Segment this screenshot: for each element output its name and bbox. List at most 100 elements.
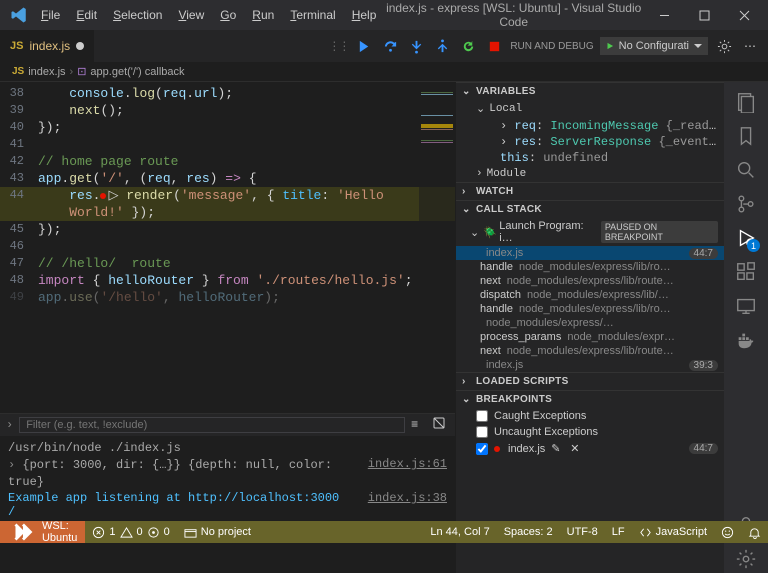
extensions-button[interactable]: [732, 258, 760, 286]
menu-terminal[interactable]: Terminal: [283, 4, 342, 26]
stack-frame[interactable]: index.js44:7: [456, 246, 724, 260]
stack-frame[interactable]: process_paramsnode_modules/expr…: [456, 330, 724, 344]
step-over-button[interactable]: [380, 36, 400, 56]
run-debug-button[interactable]: 1: [732, 224, 760, 252]
notifications-button[interactable]: [741, 521, 768, 543]
code-line[interactable]: 42// home page route: [0, 153, 455, 170]
config-name: No Configurati: [619, 40, 689, 52]
code-line[interactable]: 39 next();: [0, 102, 455, 119]
loadedscripts-section-header[interactable]: ›LOADED SCRIPTS: [456, 373, 724, 390]
edit-icon[interactable]: ✎: [551, 442, 564, 455]
variable-row[interactable]: › req: IncomingMessage {_readableStat…: [456, 118, 724, 134]
stack-frame[interactable]: nextnode_modules/express/lib/route…: [456, 274, 724, 288]
remote-explorer-button[interactable]: [732, 292, 760, 320]
close-button[interactable]: [724, 0, 764, 30]
menu-file[interactable]: File: [34, 4, 67, 26]
menu-view[interactable]: View: [171, 4, 211, 26]
modified-dot-icon: [76, 42, 84, 50]
explorer-button[interactable]: [732, 88, 760, 116]
stack-frame[interactable]: index.js39:3: [456, 358, 724, 372]
stack-frame[interactable]: nextnode_modules/express/lib/route…: [456, 344, 724, 358]
problems-indicator[interactable]: 1 0 0: [85, 521, 176, 543]
console-row[interactable]: › {port: 3000, dir: {…}} {depth: null, c…: [8, 457, 447, 491]
continue-button[interactable]: [354, 36, 374, 56]
console-row[interactable]: /usr/bin/node ./index.js: [8, 440, 447, 457]
stop-button[interactable]: [484, 36, 504, 56]
encoding-indicator[interactable]: UTF-8: [560, 521, 605, 543]
stack-frame[interactable]: node_modules/express/…: [456, 316, 724, 330]
remote-indicator[interactable]: WSL: Ubuntu: [0, 521, 85, 543]
code-line[interactable]: 48import { helloRouter } from './routes/…: [0, 272, 455, 289]
minimize-button[interactable]: [644, 0, 684, 30]
breakpoint-checkbox[interactable]: [476, 426, 488, 438]
debug-session[interactable]: ⌄ 🪲 Launch Program: i… PAUSED ON BREAKPO…: [456, 218, 724, 246]
project-indicator[interactable]: No project: [177, 521, 258, 543]
stack-frame[interactable]: handlenode_modules/express/lib/ro…: [456, 260, 724, 274]
cursor-position[interactable]: Ln 44, Col 7: [423, 521, 496, 543]
breakpoint-checkbox[interactable]: [476, 443, 488, 455]
code-line[interactable]: 38 console.log(req.url);: [0, 85, 455, 102]
search-button[interactable]: [732, 156, 760, 184]
docker-button[interactable]: [732, 326, 760, 354]
minimap[interactable]: [419, 82, 455, 413]
drag-handle-icon[interactable]: ⋮⋮: [328, 39, 348, 53]
debug-config-select[interactable]: No Configurati: [600, 37, 708, 55]
menu-edit[interactable]: Edit: [69, 4, 104, 26]
breakpoint-checkbox[interactable]: [476, 410, 488, 422]
vscode-logo-icon: [10, 6, 28, 24]
breakpoint-row[interactable]: Caught Exceptions: [456, 408, 724, 424]
variable-row[interactable]: this: undefined: [456, 150, 724, 166]
chevron-right-icon: ›: [462, 376, 472, 387]
editor-tab-indexjs[interactable]: JS index.js: [0, 30, 95, 62]
bookmarks-button[interactable]: [732, 122, 760, 150]
code-line[interactable]: 43app.get('/', (req, res) => {: [0, 170, 455, 187]
code-line[interactable]: 44 res.▷ render('message', { title: 'Hel…: [0, 187, 455, 204]
console-row[interactable]: /: [8, 505, 447, 519]
debug-toolbar: ⋮⋮ RUN AND DEBUG No Configurati ⋯: [328, 30, 768, 62]
breakpoint-row[interactable]: index.js✎✕44:7: [456, 440, 724, 457]
code-line[interactable]: 49app.use('/hello', helloRouter);: [0, 289, 455, 306]
code-line[interactable]: 40});: [0, 119, 455, 136]
callstack-section-header[interactable]: ⌄CALL STACK: [456, 201, 724, 218]
code-line[interactable]: 46: [0, 238, 455, 255]
variable-row[interactable]: › res: ServerResponse {_events: {…}, …: [456, 134, 724, 150]
breadcrumb[interactable]: JS index.js › ⊡ app.get('/') callback: [0, 62, 768, 82]
variables-section-header[interactable]: ⌄VARIABLES: [456, 83, 724, 100]
breakpoint-row[interactable]: Uncaught Exceptions: [456, 424, 724, 440]
close-icon[interactable]: ✕: [570, 442, 583, 455]
stack-frame[interactable]: dispatchnode_modules/express/lib/…: [456, 288, 724, 302]
console-row[interactable]: Example app listening at http://localhos…: [8, 491, 447, 505]
menu-go[interactable]: Go: [213, 4, 243, 26]
git-button[interactable]: [732, 190, 760, 218]
method-icon: ⊡: [77, 65, 86, 78]
breadcrumb-file: index.js: [28, 66, 65, 78]
filter-mode-button[interactable]: ≡: [411, 418, 427, 432]
menu-run[interactable]: Run: [245, 4, 281, 26]
code-line[interactable]: 41: [0, 136, 455, 153]
clear-console-button[interactable]: [433, 417, 449, 433]
step-into-button[interactable]: [406, 36, 426, 56]
maximize-button[interactable]: [684, 0, 724, 30]
debug-settings-button[interactable]: [714, 39, 734, 54]
console-filter-input[interactable]: [19, 417, 405, 433]
eol-indicator[interactable]: LF: [605, 521, 632, 543]
js-file-icon: JS: [12, 66, 24, 77]
code-line[interactable]: 45});: [0, 221, 455, 238]
restart-button[interactable]: [458, 36, 478, 56]
feedback-button[interactable]: [714, 521, 741, 543]
code-line[interactable]: 47// /hello/ route: [0, 255, 455, 272]
code-editor[interactable]: 38 console.log(req.url);39 next();40});4…: [0, 82, 455, 413]
settings-button[interactable]: [732, 545, 760, 573]
code-line[interactable]: World!' });: [0, 204, 455, 221]
more-actions-button[interactable]: ⋯: [740, 39, 760, 53]
local-scope[interactable]: ⌄Local: [456, 100, 724, 118]
module-scope[interactable]: ›Module: [456, 166, 724, 182]
stack-frame[interactable]: handlenode_modules/express/lib/ro…: [456, 302, 724, 316]
indentation-indicator[interactable]: Spaces: 2: [497, 521, 560, 543]
menu-selection[interactable]: Selection: [106, 4, 169, 26]
breakpoints-section-header[interactable]: ⌄BREAKPOINTS: [456, 391, 724, 408]
language-mode[interactable]: JavaScript: [632, 521, 714, 543]
watch-section-header[interactable]: ›WATCH: [456, 183, 724, 200]
step-out-button[interactable]: [432, 36, 452, 56]
menu-help[interactable]: Help: [345, 4, 384, 26]
